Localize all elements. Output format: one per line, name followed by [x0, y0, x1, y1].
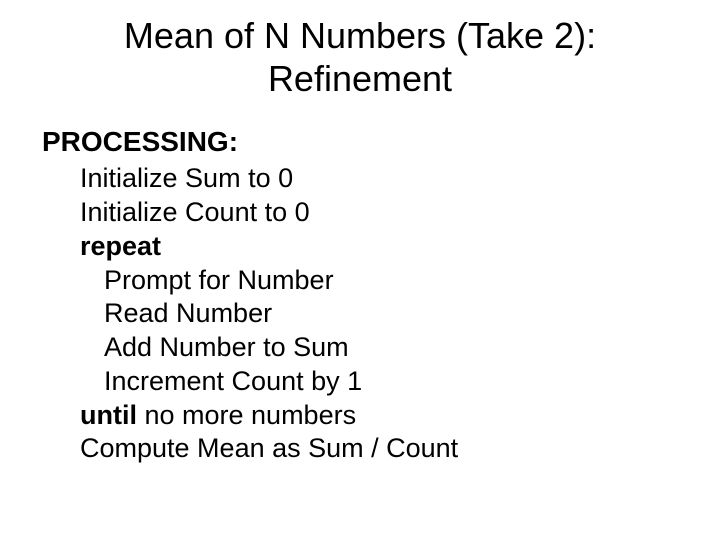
code-line: Initialize Sum to 0 [80, 162, 720, 196]
code-line: Compute Mean as Sum / Count [80, 432, 720, 466]
pseudocode-block: Initialize Sum to 0 Initialize Count to … [80, 162, 720, 466]
keyword-until: until [80, 400, 137, 430]
code-text: no more numbers [137, 400, 356, 430]
title-line-2: Refinement [0, 57, 720, 100]
code-line: Initialize Count to 0 [80, 196, 720, 230]
code-line: Read Number [104, 297, 720, 331]
code-line: Prompt for Number [104, 264, 720, 298]
code-line: repeat [80, 230, 720, 264]
code-line: Add Number to Sum [104, 331, 720, 365]
code-line: until no more numbers [80, 399, 720, 433]
slide: Mean of N Numbers (Take 2): Refinement P… [0, 0, 720, 540]
keyword-repeat: repeat [80, 231, 161, 261]
title-line-1: Mean of N Numbers (Take 2): [0, 14, 720, 57]
slide-title: Mean of N Numbers (Take 2): Refinement [0, 0, 720, 100]
code-line: Increment Count by 1 [104, 365, 720, 399]
section-heading: PROCESSING: [42, 126, 720, 158]
